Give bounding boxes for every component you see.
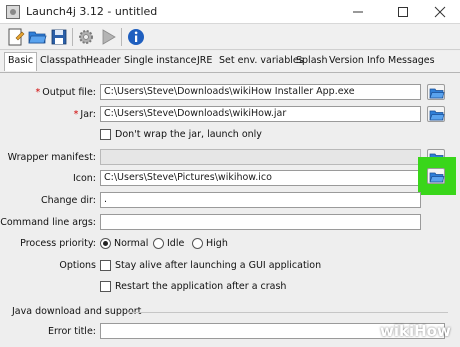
build-button[interactable]: [76, 27, 96, 47]
jar-label: * Jar:: [73, 109, 96, 120]
open-folder-icon: [429, 88, 445, 99]
priority-high-radio[interactable]: [192, 238, 203, 249]
icon-browse-button[interactable]: [427, 168, 445, 184]
jar-field[interactable]: C:\Users\Steve\Downloads\wikiHow.jar: [100, 106, 421, 122]
new-button[interactable]: [5, 27, 25, 47]
restart-label: Restart the application after a crash: [115, 281, 287, 292]
stay-alive-label: Stay alive after launching a GUI applica…: [115, 260, 322, 271]
play-icon: [102, 29, 116, 45]
window-title: Launch4j 3.12 - untitled: [26, 5, 158, 18]
tab-jre[interactable]: JRE: [197, 55, 212, 66]
icon-browse-highlight: [418, 157, 456, 195]
error-title-label: Error title:: [48, 326, 96, 337]
gear-icon: [79, 30, 93, 44]
command-line-args-label: Command line args:: [0, 217, 96, 228]
priority-high-label: High: [206, 238, 228, 249]
process-priority-label: Process priority:: [20, 238, 96, 249]
close-button[interactable]: [420, 0, 460, 24]
app-icon: [6, 5, 20, 19]
priority-normal-label: Normal: [114, 238, 149, 249]
wrapper-manifest-field[interactable]: [100, 149, 421, 165]
open-folder-icon: [429, 110, 445, 121]
info-icon: [128, 29, 144, 45]
maximize-button[interactable]: [383, 0, 423, 24]
title-bar: Launch4j 3.12 - untitled: [0, 0, 460, 24]
output-file-label: * Output file:: [35, 87, 96, 98]
tab-basic[interactable]: Basic: [4, 52, 38, 71]
toolbar-separator: [72, 28, 73, 46]
tab-version-info[interactable]: Version Info: [329, 55, 385, 66]
tab-classpath[interactable]: Classpath: [40, 55, 87, 66]
change-dir-field[interactable]: .: [100, 192, 421, 208]
section-divider: [128, 312, 448, 313]
wikihow-watermark: wikiHow: [380, 322, 451, 340]
priority-idle-label: Idle: [167, 238, 185, 249]
tab-set-env-variables[interactable]: Set env. variables: [219, 55, 304, 66]
tab-messages[interactable]: Messages: [388, 55, 435, 66]
icon-field[interactable]: C:\Users\Steve\Pictures\wikihow.ico: [100, 170, 421, 186]
open-button[interactable]: [27, 27, 47, 47]
tab-splash[interactable]: Splash: [296, 55, 328, 66]
stay-alive-checkbox[interactable]: [100, 260, 111, 271]
close-icon: [434, 6, 446, 18]
tab-header[interactable]: Header: [86, 55, 121, 66]
restart-checkbox[interactable]: [100, 281, 111, 292]
open-folder-icon: [429, 172, 445, 183]
java-download-section-title: Java download and support: [12, 306, 142, 317]
open-folder-icon: [28, 31, 47, 44]
priority-normal-radio[interactable]: [100, 238, 111, 249]
dont-wrap-label: Don't wrap the jar, launch only: [115, 129, 262, 140]
minimize-icon: [353, 11, 363, 13]
jar-browse-button[interactable]: [427, 106, 445, 122]
icon-label: Icon:: [72, 173, 96, 184]
options-label: Options: [59, 260, 96, 271]
command-line-args-field[interactable]: [100, 214, 421, 230]
new-document-icon: [8, 28, 25, 46]
dont-wrap-checkbox[interactable]: [100, 129, 111, 140]
maximize-icon: [398, 7, 408, 17]
save-icon: [51, 29, 67, 45]
change-dir-label: Change dir:: [40, 195, 96, 206]
wrapper-manifest-label: Wrapper manifest:: [7, 152, 96, 163]
toolbar: [0, 24, 460, 50]
run-button[interactable]: [98, 27, 118, 47]
save-button[interactable]: [49, 27, 69, 47]
output-file-field[interactable]: C:\Users\Steve\Downloads\wikiHow Install…: [100, 84, 421, 100]
output-file-browse-button[interactable]: [427, 84, 445, 100]
minimize-button[interactable]: [338, 0, 378, 24]
tab-single-instance[interactable]: Single instance: [124, 55, 196, 66]
priority-idle-radio[interactable]: [153, 238, 164, 249]
about-button[interactable]: [126, 27, 146, 47]
toolbar-separator: [121, 28, 122, 46]
tab-bar: Basic Classpath Header Single instance J…: [0, 51, 460, 73]
